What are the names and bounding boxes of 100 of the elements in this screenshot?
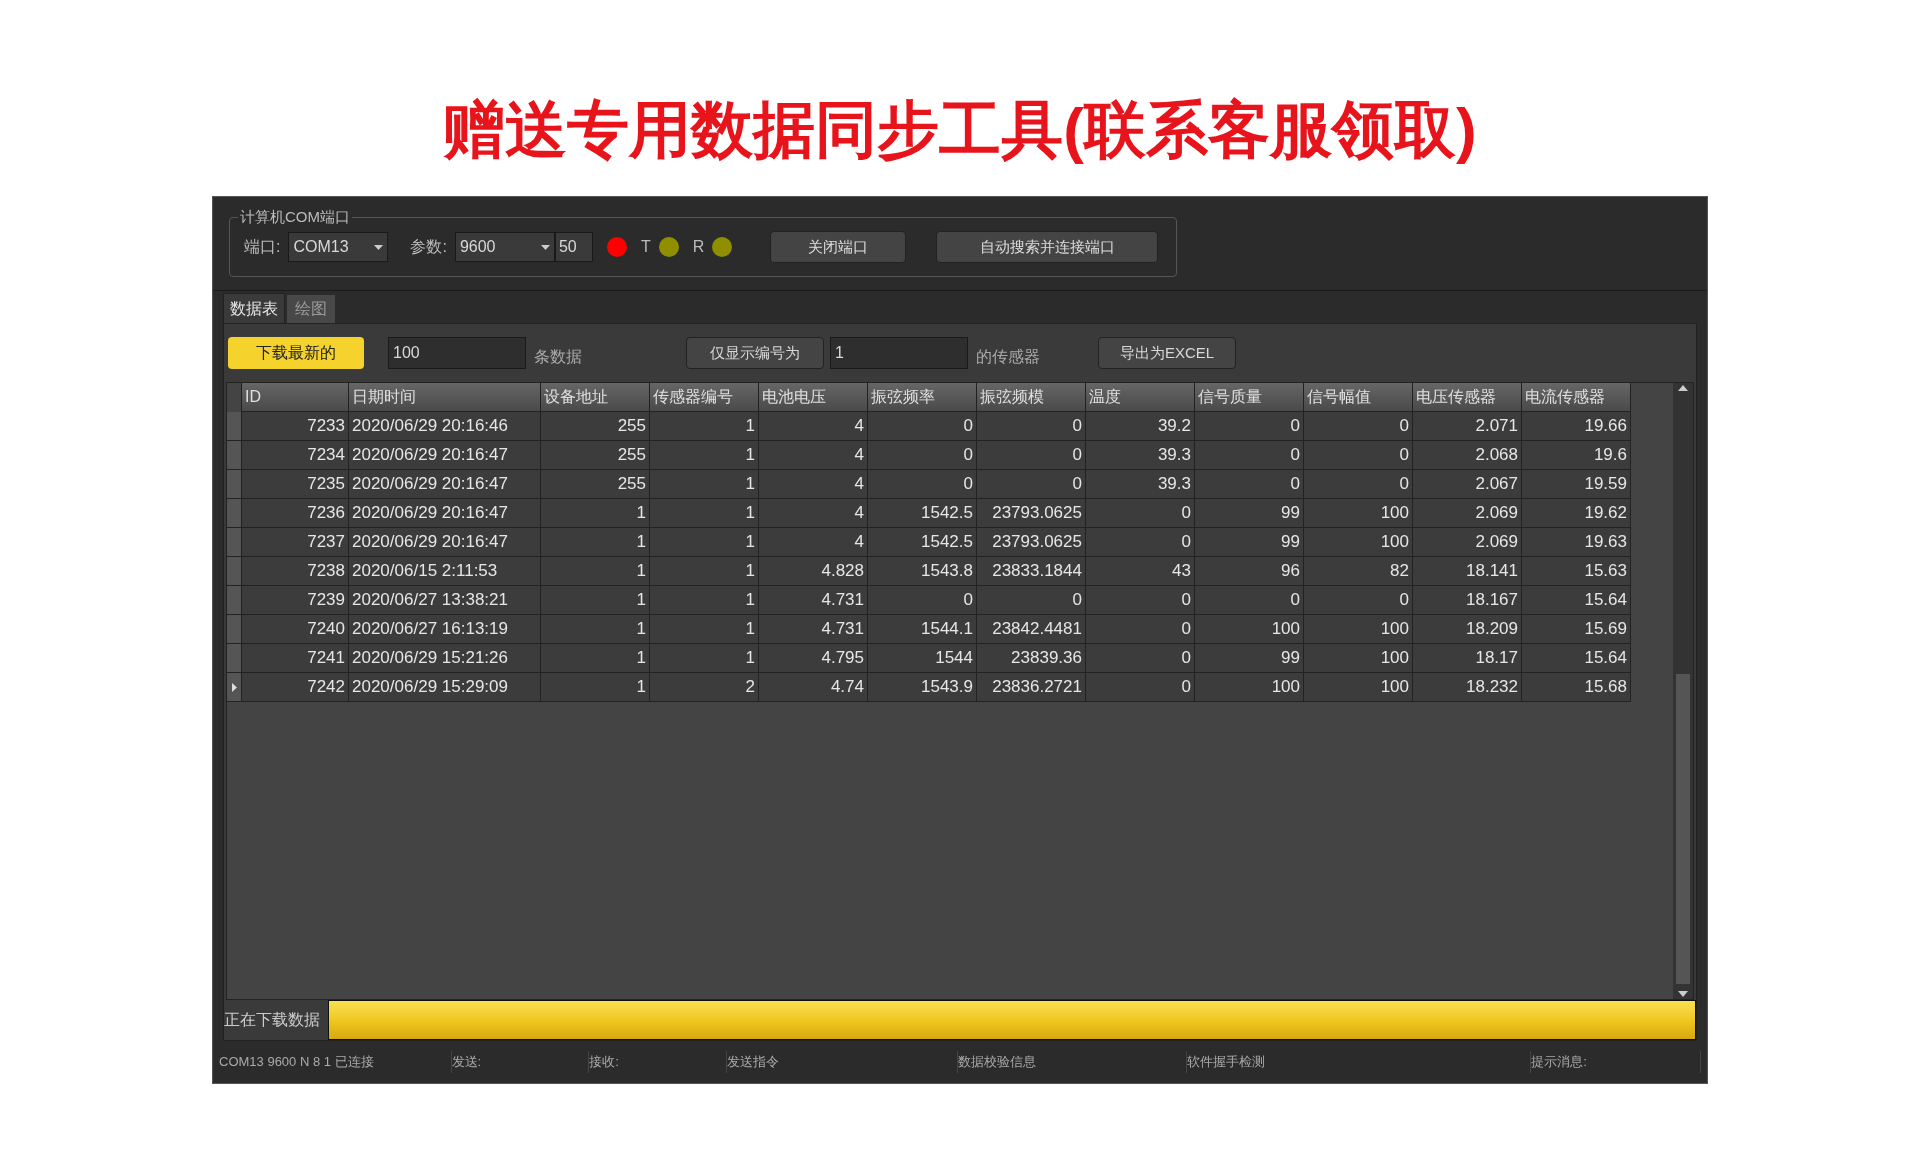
table-cell: 7237 [242,528,349,557]
table-cell: 4 [759,470,868,499]
table-cell: 1 [650,615,759,644]
table-cell: 1 [650,412,759,441]
table-cell: 1544 [868,644,977,673]
table-cell: 4.795 [759,644,868,673]
status-text: 发送指令 [726,1051,958,1073]
status-text: 接收: [589,1051,727,1073]
table-cell: 1542.5 [868,499,977,528]
column-header[interactable]: 电流传感器 [1522,383,1631,412]
table-cell: 0 [977,441,1086,470]
close-port-button[interactable]: 关闭端口 [770,231,907,263]
column-header[interactable]: ID [242,383,349,412]
download-button[interactable]: 下载最新的 [228,337,364,369]
table-cell: 0 [1304,470,1413,499]
table-cell: 0 [1086,615,1195,644]
table-cell: 4.731 [759,586,868,615]
status-text: 提示消息: [1531,1051,1701,1073]
column-header[interactable]: 信号质量 [1195,383,1304,412]
column-header[interactable]: 电压传感器 [1413,383,1522,412]
table-cell: 1 [541,615,650,644]
tab[interactable]: 绘图 [287,295,335,323]
column-header[interactable]: 信号幅值 [1304,383,1413,412]
table-cell: 100 [1195,615,1304,644]
count-suffix: 条数据 [534,347,582,367]
table-cell: 4 [759,499,868,528]
scrollbar[interactable] [1673,383,1693,999]
table-cell: 4 [759,412,868,441]
auto-connect-button[interactable]: 自动搜索并连接端口 [936,231,1159,263]
table-cell: 7242 [242,673,349,702]
filter-button[interactable]: 仅显示编号为 [686,337,824,369]
table-cell: 19.6 [1522,441,1631,470]
table-cell: 2020/06/27 16:13:19 [349,615,541,644]
table-cell: 23793.0625 [977,499,1086,528]
table-cell: 99 [1195,499,1304,528]
table-cell: 19.66 [1522,412,1631,441]
table-cell: 23842.4481 [977,615,1086,644]
timeout-field[interactable]: 50 [554,232,593,262]
table-cell: 23833.1844 [977,557,1086,586]
column-header[interactable]: 日期时间 [349,383,541,412]
port-label: 端口: [244,237,281,257]
table-cell: 7241 [242,644,349,673]
table-cell: 255 [541,470,650,499]
table-cell: 7240 [242,615,349,644]
scroll-down-icon[interactable] [1678,991,1688,997]
table-cell: 0 [868,586,977,615]
table-cell: 1543.9 [868,673,977,702]
table-cell: 100 [1304,673,1413,702]
table-cell: 1 [541,557,650,586]
table-cell: 1 [541,644,650,673]
table-cell: 100 [1195,673,1304,702]
baud-dropdown[interactable]: 9600 [454,232,555,262]
column-header[interactable]: 温度 [1086,383,1195,412]
table-cell: 4.828 [759,557,868,586]
table-cell: 7236 [242,499,349,528]
export-button[interactable]: 导出为EXCEL [1098,337,1236,369]
scroll-up-icon[interactable] [1678,385,1688,391]
tab[interactable]: 数据表 [223,293,285,323]
table-cell: 0 [868,470,977,499]
table-cell: 2020/06/29 20:16:47 [349,499,541,528]
table-cell: 15.64 [1522,586,1631,615]
table-cell: 1 [541,499,650,528]
table-cell: 2.069 [1413,528,1522,557]
table-cell: 2020/06/15 2:11:53 [349,557,541,586]
led-label: T [640,237,651,257]
port-dropdown[interactable]: COM13 [288,232,389,262]
table-cell: 7233 [242,412,349,441]
column-header[interactable]: 电池电压 [759,383,868,412]
sensor-suffix: 的传感器 [976,347,1040,367]
table-cell: 0 [977,470,1086,499]
table-cell: 1 [650,499,759,528]
table-cell: 7235 [242,470,349,499]
scroll-thumb[interactable] [1676,674,1690,984]
table-cell: 39.3 [1086,470,1195,499]
table-cell: 39.2 [1086,412,1195,441]
table-cell: 1 [650,528,759,557]
table-cell: 2.068 [1413,441,1522,470]
table-cell: 2020/06/29 20:16:47 [349,528,541,557]
table-cell: 0 [1086,499,1195,528]
column-header[interactable]: 振弦频率 [868,383,977,412]
column-header[interactable]: 振弦频模 [977,383,1086,412]
table-cell: 0 [1086,644,1195,673]
current-row-icon [231,682,237,692]
table-cell: 18.209 [1413,615,1522,644]
row-header[interactable] [227,673,242,702]
page-heading: 赠送专用数据同步工具(联系客服领取) [443,94,1477,166]
table-cell: 100 [1304,499,1413,528]
table-cell: 82 [1304,557,1413,586]
column-header[interactable]: 传感器编号 [650,383,759,412]
sensor-id-field[interactable]: 1 [830,337,968,369]
table-cell: 2 [650,673,759,702]
column-header[interactable]: 设备地址 [541,383,650,412]
count-field[interactable]: 100 [388,337,526,369]
table-cell: 4.74 [759,673,868,702]
table-cell: 7239 [242,586,349,615]
table-cell: 255 [541,412,650,441]
progress-label: 正在下载数据 [224,1010,321,1030]
table-cell: 0 [1195,441,1304,470]
table-cell: 0 [868,412,977,441]
table-cell: 19.63 [1522,528,1631,557]
